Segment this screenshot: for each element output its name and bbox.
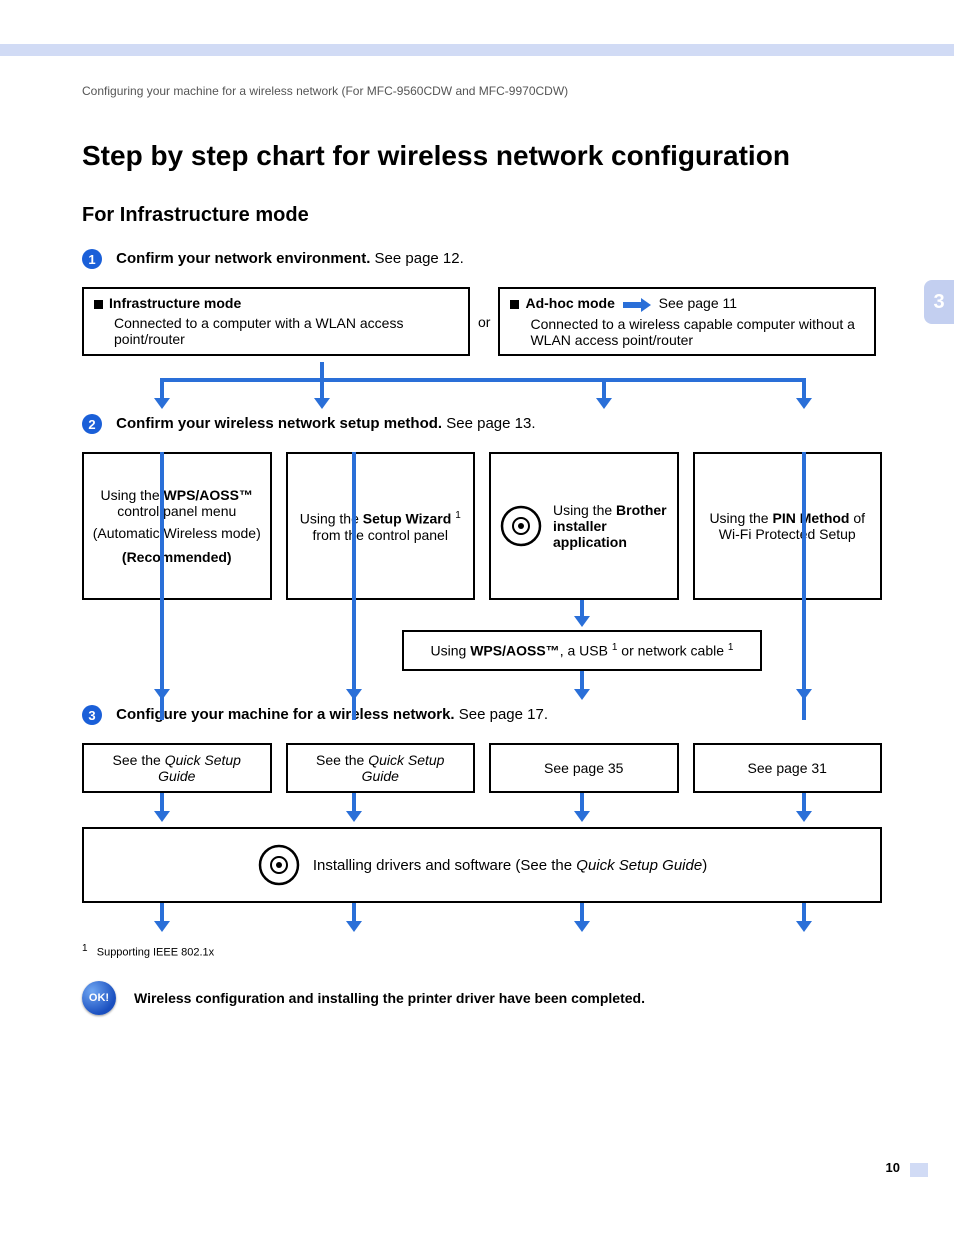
ok-badge-icon: OK! xyxy=(82,981,116,1015)
step-1-ref: See page 12. xyxy=(370,250,463,267)
method-wps-aoss-box: Using the WPS/AOSS™ control panel menu (… xyxy=(82,452,272,600)
mid-row: Using WPS/AOSS™, a USB 1 or network cabl… xyxy=(82,630,882,671)
reference-row: See the Quick Setup Guide See the Quick … xyxy=(82,743,882,793)
text: Using the xyxy=(553,502,616,518)
text: or network cable xyxy=(617,643,728,659)
guide-name: Quick Setup Guide xyxy=(158,752,241,784)
text: , a USB xyxy=(560,643,612,659)
text: control panel menu xyxy=(117,503,236,519)
step-2-heading: 2 Confirm your wireless network setup me… xyxy=(82,414,882,434)
adhoc-page-ref: See page 11 xyxy=(655,295,737,311)
guide-name: Quick Setup Guide xyxy=(362,752,445,784)
step-2-ref: See page 13. xyxy=(442,415,535,432)
step-3-bold: Configure your machine for a wireless ne… xyxy=(116,706,454,723)
infrastructure-mode-header: Infrastructure mode xyxy=(109,295,241,311)
step-3-ref: See page 17. xyxy=(455,706,548,723)
text: Using the xyxy=(100,487,163,503)
ref-quick-setup-1: See the Quick Setup Guide xyxy=(82,743,272,793)
text: Using xyxy=(431,643,471,659)
method-brother-installer-box: Using the Brother installer application xyxy=(489,452,679,600)
recommended-label: (Recommended) xyxy=(122,549,232,565)
text: WPS/AOSS™ xyxy=(164,487,253,503)
infrastructure-mode-box: Infrastructure mode Connected to a compu… xyxy=(82,287,470,356)
environment-row: Infrastructure mode Connected to a compu… xyxy=(82,287,882,356)
text: WPS/AOSS™ xyxy=(470,643,559,659)
method-setup-wizard-box: Using the Setup Wizard 1 from the contro… xyxy=(286,452,476,600)
footnote-ref: 1 xyxy=(728,642,734,653)
footnote-number: 1 xyxy=(82,943,88,954)
completion-text: Wireless configuration and installing th… xyxy=(134,990,645,1006)
method-pin-box: Using the PIN Method of Wi-Fi Protected … xyxy=(693,452,883,600)
page-number: 10 xyxy=(886,1160,900,1175)
adhoc-mode-body: Connected to a wireless capable computer… xyxy=(510,316,864,348)
text: from the control panel xyxy=(313,527,448,543)
installing-box: Installing drivers and software (See the… xyxy=(82,827,882,903)
disc-icon xyxy=(257,843,301,887)
text: See page 31 xyxy=(748,760,827,776)
flow-arrows-2a xyxy=(82,600,882,630)
chapter-tab: 3 xyxy=(924,280,954,324)
footnote-ref: 1 xyxy=(455,510,461,521)
text: ) xyxy=(702,857,707,874)
footnote-text: Supporting IEEE 802.1x xyxy=(97,947,214,959)
flow-arrows-2b xyxy=(82,671,882,705)
text: Using the xyxy=(709,510,772,526)
flow-arrows-1 xyxy=(82,362,882,414)
top-bar xyxy=(0,44,954,56)
bullet-icon xyxy=(94,300,103,309)
method-row: Using the WPS/AOSS™ control panel menu (… xyxy=(82,452,882,600)
step-3-heading: 3 Configure your machine for a wireless … xyxy=(82,705,882,725)
wps-usb-cable-box: Using WPS/AOSS™, a USB 1 or network cabl… xyxy=(402,630,762,671)
page-number-bar xyxy=(910,1163,928,1177)
bullet-icon xyxy=(510,300,519,309)
disc-icon xyxy=(499,504,543,548)
text: Installing drivers and software (See the xyxy=(313,857,576,874)
breadcrumb: Configuring your machine for a wireless … xyxy=(82,84,882,98)
step-3-number-icon: 3 xyxy=(82,705,102,725)
text: (Automatic Wireless mode) xyxy=(93,525,261,541)
step-1-heading: 1 Confirm your network environment. See … xyxy=(82,249,882,269)
page-content: Configuring your machine for a wireless … xyxy=(82,84,882,1015)
flow-arrows-3 xyxy=(82,793,882,827)
guide-name: Quick Setup Guide xyxy=(576,857,702,874)
adhoc-mode-box: Ad-hoc mode See page 11 Connected to a w… xyxy=(498,287,876,356)
step-2-number-icon: 2 xyxy=(82,414,102,434)
text: Setup Wizard xyxy=(363,511,452,527)
step-2-bold: Confirm your wireless network setup meth… xyxy=(116,415,442,432)
text: See the xyxy=(113,752,165,768)
text: PIN Method xyxy=(772,510,849,526)
page-title: Step by step chart for wireless network … xyxy=(82,140,882,172)
flow-arrows-4 xyxy=(82,903,882,937)
text: See page 35 xyxy=(544,760,623,776)
ref-quick-setup-2: See the Quick Setup Guide xyxy=(286,743,476,793)
or-label: or xyxy=(470,314,498,330)
ref-page-35: See page 35 xyxy=(489,743,679,793)
adhoc-mode-header: Ad-hoc mode xyxy=(525,295,614,311)
section-title: For Infrastructure mode xyxy=(82,204,882,227)
footnote: 1 Supporting IEEE 802.1x xyxy=(82,943,882,959)
step-1-bold: Confirm your network environment. xyxy=(116,250,370,267)
text: See the xyxy=(316,752,368,768)
step-1-number-icon: 1 xyxy=(82,249,102,269)
ref-page-31: See page 31 xyxy=(693,743,883,793)
arrow-right-icon xyxy=(623,296,651,312)
completion-row: OK! Wireless configuration and installin… xyxy=(82,981,882,1015)
infrastructure-mode-body: Connected to a computer with a WLAN acce… xyxy=(94,315,458,347)
